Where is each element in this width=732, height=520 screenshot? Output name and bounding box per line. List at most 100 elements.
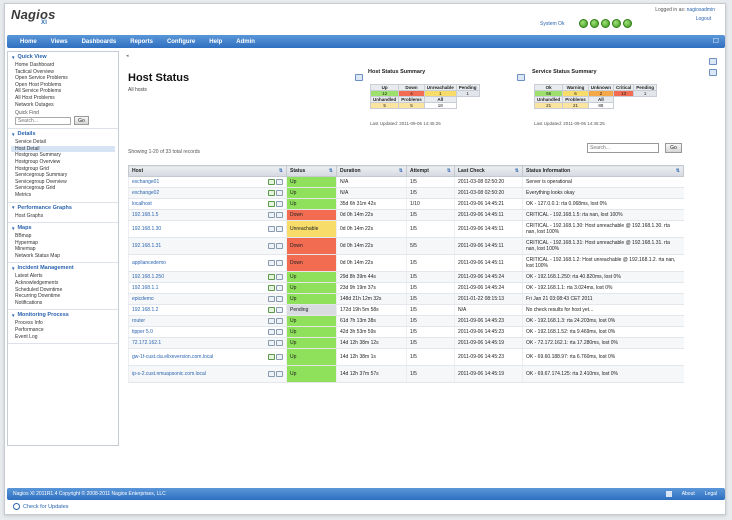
sidebar-link[interactable]: Network Status Map: [11, 253, 115, 260]
host-link[interactable]: 192.168.1.2: [132, 307, 158, 313]
sidebar-link[interactable]: Hostgroup Overview: [11, 159, 115, 166]
sidebar-link[interactable]: Servicegroup Summary: [11, 172, 115, 179]
sidebar-link[interactable]: Performance: [11, 327, 115, 334]
col-attempt[interactable]: Attempt ⇅: [406, 165, 455, 177]
alert-icon[interactable]: [268, 259, 275, 266]
host-link[interactable]: epicdemo: [132, 296, 154, 302]
system-status-indicators[interactable]: [579, 19, 632, 28]
sidebar-section-header[interactable]: ▼ Incident Management: [11, 265, 115, 271]
host-link[interactable]: 192.168.1.1: [132, 285, 158, 291]
sidebar-link[interactable]: Service Detail: [11, 139, 115, 146]
alert-icon[interactable]: [268, 212, 275, 218]
summary-value[interactable]: 1: [633, 90, 658, 97]
host-link[interactable]: exchange02: [132, 190, 159, 196]
search-go-button[interactable]: Go: [665, 143, 682, 153]
nav-configure[interactable]: Configure: [160, 39, 202, 45]
host-link[interactable]: gw-1f-cust.cia.elixeversion.com.local: [132, 354, 213, 360]
logout-link[interactable]: Logout: [696, 16, 711, 22]
service-detail-icon[interactable]: [276, 201, 283, 207]
sidebar-link[interactable]: Hypermap: [11, 240, 115, 247]
host-link[interactable]: localhost: [132, 201, 152, 207]
nav-views[interactable]: Views: [44, 39, 75, 45]
summary-header[interactable]: Critical: [613, 84, 635, 91]
graph-icon[interactable]: [268, 307, 275, 313]
sidebar-link[interactable]: All Service Problems: [11, 88, 115, 95]
host-link[interactable]: 192.168.1.250: [132, 274, 164, 280]
service-detail-icon[interactable]: [276, 318, 283, 324]
host-link[interactable]: router: [132, 318, 145, 324]
pin-icon[interactable]: ◂: [126, 53, 129, 59]
sidebar-section-header[interactable]: ▼ Quick View: [11, 54, 115, 60]
alert-icon[interactable]: [268, 318, 275, 324]
service-detail-icon[interactable]: [276, 340, 283, 346]
nav-home[interactable]: Home: [13, 39, 44, 45]
sidebar-link[interactable]: Network Outages: [11, 102, 115, 109]
alert-icon[interactable]: [268, 329, 275, 335]
host-link[interactable]: 72.172.162.1: [132, 340, 161, 346]
search-input[interactable]: [587, 143, 659, 153]
graph-icon[interactable]: [268, 274, 275, 280]
service-detail-icon[interactable]: [276, 307, 283, 313]
summary-header[interactable]: Unhandled: [369, 96, 400, 103]
nagios-logo[interactable]: Nagios XI: [11, 7, 56, 26]
sidebar-link[interactable]: BBmap: [11, 233, 115, 240]
sidebar-link[interactable]: Process Info: [11, 320, 115, 327]
summary-value[interactable]: 5: [398, 102, 425, 109]
graph-icon[interactable]: [268, 285, 275, 291]
summary-value[interactable]: 13: [613, 90, 635, 97]
sidebar-link[interactable]: Hostgroup Summary: [11, 152, 115, 159]
sidebar-section-header[interactable]: ▼ Monitoring Process: [11, 312, 115, 318]
footer-icon[interactable]: [665, 491, 672, 497]
service-detail-icon[interactable]: [276, 370, 283, 377]
alert-icon[interactable]: [268, 225, 275, 232]
host-link[interactable]: exchange01: [132, 179, 159, 185]
summary-value[interactable]: 5: [369, 102, 400, 109]
summary-header[interactable]: Problems: [562, 96, 589, 103]
sidebar-link[interactable]: Recurring Downtime: [11, 293, 115, 300]
sidebar-link[interactable]: Hostgroup Grid: [11, 166, 115, 173]
alert-icon[interactable]: [268, 242, 275, 249]
menu-icon[interactable]: [709, 58, 717, 65]
nav-reports[interactable]: Reports: [123, 39, 160, 45]
summary-popout-icon[interactable]: [517, 74, 525, 81]
sidebar-link[interactable]: Metrics: [11, 192, 115, 199]
alert-icon[interactable]: [268, 340, 275, 346]
nav-admin[interactable]: Admin: [229, 39, 262, 45]
graph-icon[interactable]: [268, 353, 275, 360]
service-detail-icon[interactable]: [276, 329, 283, 335]
service-detail-icon[interactable]: [276, 259, 283, 266]
summary-header[interactable]: Pending: [455, 84, 480, 91]
user-link[interactable]: nagiosadmin: [687, 7, 715, 13]
sidebar-section-header[interactable]: ▼ Details: [11, 131, 115, 137]
graph-icon[interactable]: [268, 190, 275, 196]
service-detail-icon[interactable]: [276, 242, 283, 249]
summary-header[interactable]: Problems: [398, 96, 425, 103]
summary-popout-icon[interactable]: [355, 74, 363, 81]
service-detail-icon[interactable]: [276, 285, 283, 291]
service-detail-icon[interactable]: [276, 296, 283, 302]
system-status-label[interactable]: System Ok: [540, 21, 564, 27]
service-detail-icon[interactable]: [276, 225, 283, 232]
sidebar-link[interactable]: Servicegroup Overview: [11, 179, 115, 186]
graph-icon[interactable]: [268, 179, 275, 185]
sidebar-link[interactable]: Acknowledgements: [11, 280, 115, 287]
sidebar-link[interactable]: Open Host Problems: [11, 82, 115, 89]
service-detail-icon[interactable]: [276, 353, 283, 360]
summary-value[interactable]: 18: [423, 102, 457, 109]
host-link[interactable]: tipper 5.0: [132, 329, 153, 335]
sidebar-link[interactable]: Host Graphs: [11, 213, 115, 220]
sidebar-link[interactable]: Minemap: [11, 246, 115, 253]
alert-icon[interactable]: [268, 296, 275, 302]
quick-find-go-button[interactable]: Go: [74, 116, 89, 126]
service-detail-icon[interactable]: [276, 179, 283, 185]
sidebar-link[interactable]: Open Service Problems: [11, 75, 115, 82]
service-detail-icon[interactable]: [276, 190, 283, 196]
legal-link[interactable]: Legal: [705, 488, 717, 500]
graph-icon[interactable]: [268, 201, 275, 207]
service-detail-icon[interactable]: [276, 212, 283, 218]
host-link[interactable]: 192.168.1.31: [132, 243, 161, 249]
nav-dashboards[interactable]: Dashboards: [75, 39, 124, 45]
sidebar-link[interactable]: Event Log: [11, 334, 115, 341]
host-link[interactable]: appliancedemo: [132, 260, 166, 266]
service-detail-icon[interactable]: [276, 274, 283, 280]
